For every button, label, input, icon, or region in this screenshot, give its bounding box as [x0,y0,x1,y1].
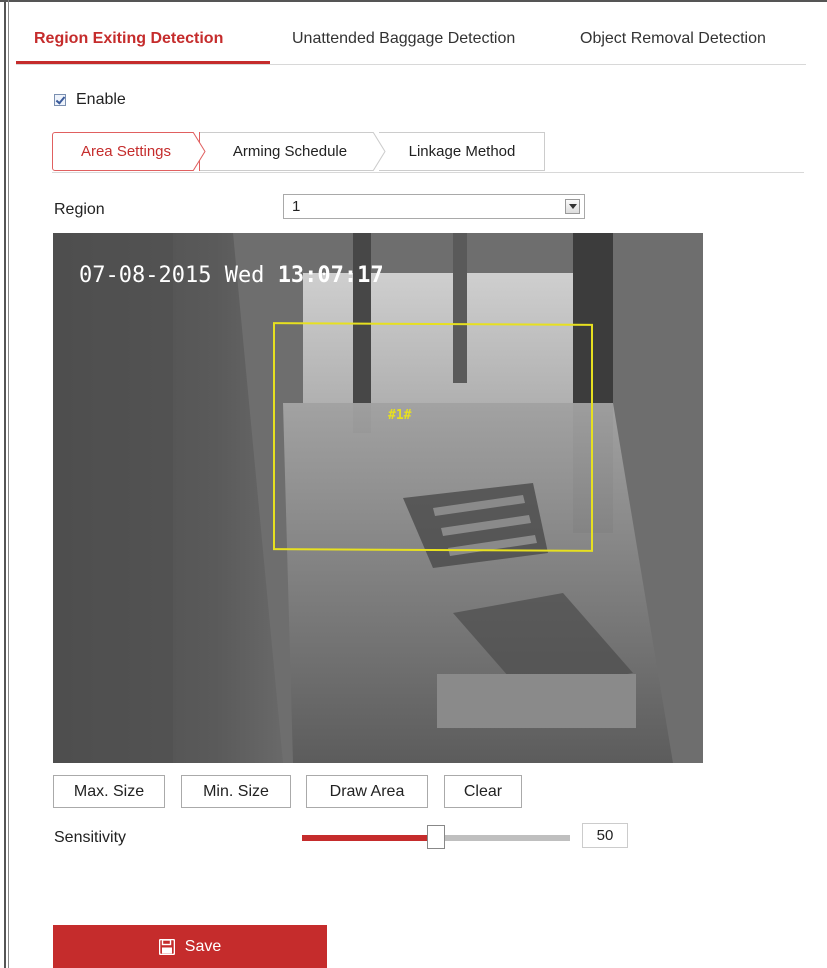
osd-time: 13:07:17 [277,263,384,288]
enable-label: Enable [76,91,126,108]
chevron-right-icon [193,132,206,171]
tab-arming-schedule-label: Arming Schedule [232,143,348,160]
tab-object-removal-detection[interactable]: Object Removal Detection [580,30,766,48]
slider-fill [302,835,436,841]
save-button[interactable]: Save [53,925,327,968]
tab-area-settings-label: Area Settings [80,143,172,160]
tab-region-exiting-detection[interactable]: Region Exiting Detection [34,30,223,48]
region-selected-value: 1 [292,198,301,215]
detection-type-tabs: Region Exiting Detection Unattended Bagg… [16,14,806,65]
slider-thumb[interactable] [427,825,445,849]
window-frame-inner [8,0,9,968]
max-size-button[interactable]: Max. Size [53,775,165,808]
clear-button[interactable]: Clear [444,775,522,808]
save-label: Save [184,937,222,955]
tab-linkage-method[interactable]: Linkage Method [380,132,545,171]
live-video-preview[interactable]: 07-08-2015 Wed 13:07:17 #1# [53,233,703,763]
sensitivity-value[interactable]: 50 [582,823,628,848]
tab-unattended-baggage-detection[interactable]: Unattended Baggage Detection [292,30,515,48]
tab-linkage-method-label: Linkage Method [408,143,516,160]
draw-area-button[interactable]: Draw Area [306,775,428,808]
chevron-right-icon [373,132,386,171]
region-select[interactable]: 1 [283,194,585,219]
tab-arming-schedule[interactable]: Arming Schedule [200,132,380,171]
chevron-down-icon[interactable] [565,199,580,214]
window-frame-top [0,0,827,2]
enable-checkbox[interactable] [54,94,66,106]
settings-sub-tabs: Area Settings Arming Schedule Linkage Me… [52,132,804,173]
tab-area-settings[interactable]: Area Settings [52,132,200,171]
sensitivity-label: Sensitivity [54,829,127,846]
detection-area-label: #1# [388,408,412,423]
video-osd-timestamp: 07-08-2015 Wed 13:07:17 [79,263,384,288]
osd-date: 07-08-2015 Wed [79,263,265,288]
window-frame-left [0,0,6,968]
active-tab-underline [16,61,270,64]
min-size-button[interactable]: Min. Size [181,775,291,808]
privacy-mask [437,674,636,728]
region-label: Region [54,201,105,218]
sensitivity-slider[interactable] [302,825,570,849]
detection-area-box[interactable] [273,322,593,552]
enable-row: Enable [54,90,126,110]
save-icon [158,938,175,955]
